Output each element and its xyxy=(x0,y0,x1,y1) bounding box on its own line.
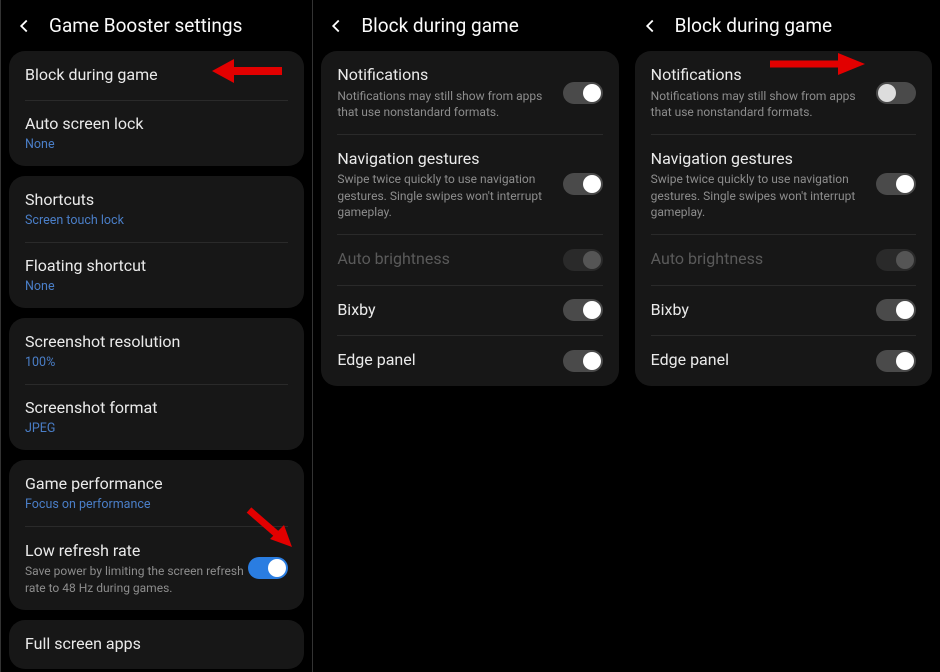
row-auto-brightness: Auto brightness xyxy=(635,235,932,285)
row-title: Block during game xyxy=(25,65,284,86)
toggle-auto-brightness xyxy=(876,249,916,271)
screen-block-during-game-after: Block during game Notifications Notifica… xyxy=(627,0,940,672)
page-title: Game Booster settings xyxy=(49,14,242,37)
toggle-navigation-gestures[interactable] xyxy=(563,173,603,195)
row-subtitle: Notifications may still show from apps t… xyxy=(337,88,558,120)
toggle-edge-panel[interactable] xyxy=(563,350,603,372)
row-value: Screen touch lock xyxy=(25,213,284,228)
row-title: Edge panel xyxy=(651,350,872,371)
row-subtitle: Swipe twice quickly to use navigation ge… xyxy=(651,171,872,220)
row-subtitle: Save power by limiting the screen refres… xyxy=(25,563,244,595)
row-bixby[interactable]: Bixby xyxy=(635,285,932,335)
row-auto-screen-lock[interactable]: Auto screen lock None xyxy=(9,100,304,166)
row-floating-shortcut[interactable]: Floating shortcut None xyxy=(9,242,304,308)
row-title: Auto brightness xyxy=(651,249,872,270)
row-title: Floating shortcut xyxy=(25,256,284,277)
row-title: Notifications xyxy=(651,65,872,86)
row-full-screen-apps[interactable]: Full screen apps xyxy=(9,620,304,669)
toggle-notifications[interactable] xyxy=(563,82,603,104)
row-block-during-game[interactable]: Block during game xyxy=(9,51,304,100)
toggle-low-refresh-rate[interactable] xyxy=(248,557,288,579)
settings-group: Block during game Auto screen lock None xyxy=(9,51,304,166)
row-subtitle: Swipe twice quickly to use navigation ge… xyxy=(337,171,558,220)
row-value: None xyxy=(25,137,284,152)
screen-game-booster-settings: Game Booster settings Block during game … xyxy=(0,0,313,672)
settings-group: Screenshot resolution 100% Screenshot fo… xyxy=(9,318,304,450)
row-edge-panel[interactable]: Edge panel xyxy=(321,336,618,386)
header: Block during game xyxy=(627,0,940,51)
row-screenshot-resolution[interactable]: Screenshot resolution 100% xyxy=(9,318,304,384)
back-icon[interactable] xyxy=(639,15,661,37)
screen-block-during-game-before: Block during game Notifications Notifica… xyxy=(313,0,626,672)
row-value: None xyxy=(25,279,284,294)
row-notifications[interactable]: Notifications Notifications may still sh… xyxy=(635,51,932,134)
settings-group: Notifications Notifications may still sh… xyxy=(635,51,932,386)
toggle-notifications[interactable] xyxy=(876,82,916,104)
row-subtitle: Notifications may still show from apps t… xyxy=(651,88,872,120)
row-value: Focus on performance xyxy=(25,497,284,512)
settings-group: Full screen apps xyxy=(9,620,304,669)
row-value: 100% xyxy=(25,355,284,370)
settings-group: Shortcuts Screen touch lock Floating sho… xyxy=(9,176,304,308)
back-icon[interactable] xyxy=(325,15,347,37)
row-auto-brightness: Auto brightness xyxy=(321,235,618,285)
row-screenshot-format[interactable]: Screenshot format JPEG xyxy=(9,384,304,450)
header: Block during game xyxy=(313,0,626,51)
row-title: Notifications xyxy=(337,65,558,86)
toggle-bixby[interactable] xyxy=(563,299,603,321)
row-navigation-gestures[interactable]: Navigation gestures Swipe twice quickly … xyxy=(321,135,618,234)
row-title: Low refresh rate xyxy=(25,541,244,562)
settings-content: Block during game Auto screen lock None … xyxy=(1,51,312,672)
row-notifications[interactable]: Notifications Notifications may still sh… xyxy=(321,51,618,134)
settings-content: Notifications Notifications may still sh… xyxy=(313,51,626,672)
row-title: Bixby xyxy=(337,300,558,321)
row-title: Screenshot format xyxy=(25,398,284,419)
settings-group: Notifications Notifications may still sh… xyxy=(321,51,618,386)
toggle-auto-brightness xyxy=(563,249,603,271)
row-title: Auto screen lock xyxy=(25,114,284,135)
row-value: JPEG xyxy=(25,421,284,436)
row-game-performance[interactable]: Game performance Focus on performance xyxy=(9,460,304,526)
row-navigation-gestures[interactable]: Navigation gestures Swipe twice quickly … xyxy=(635,135,932,234)
settings-content: Notifications Notifications may still sh… xyxy=(627,51,940,672)
page-title: Block during game xyxy=(361,14,518,37)
row-shortcuts[interactable]: Shortcuts Screen touch lock xyxy=(9,176,304,242)
row-title: Game performance xyxy=(25,474,284,495)
row-title: Shortcuts xyxy=(25,190,284,211)
row-title: Bixby xyxy=(651,300,872,321)
header: Game Booster settings xyxy=(1,0,312,51)
row-title: Full screen apps xyxy=(25,634,284,655)
page-title: Block during game xyxy=(675,14,832,37)
row-title: Navigation gestures xyxy=(337,149,558,170)
row-bixby[interactable]: Bixby xyxy=(321,285,618,335)
toggle-edge-panel[interactable] xyxy=(876,350,916,372)
row-title: Edge panel xyxy=(337,350,558,371)
row-title: Screenshot resolution xyxy=(25,332,284,353)
settings-group: Game performance Focus on performance Lo… xyxy=(9,460,304,609)
row-low-refresh-rate[interactable]: Low refresh rate Save power by limiting … xyxy=(9,527,304,610)
row-title: Auto brightness xyxy=(337,249,558,270)
toggle-bixby[interactable] xyxy=(876,299,916,321)
row-edge-panel[interactable]: Edge panel xyxy=(635,336,932,386)
back-icon[interactable] xyxy=(13,15,35,37)
toggle-navigation-gestures[interactable] xyxy=(876,173,916,195)
row-title: Navigation gestures xyxy=(651,149,872,170)
